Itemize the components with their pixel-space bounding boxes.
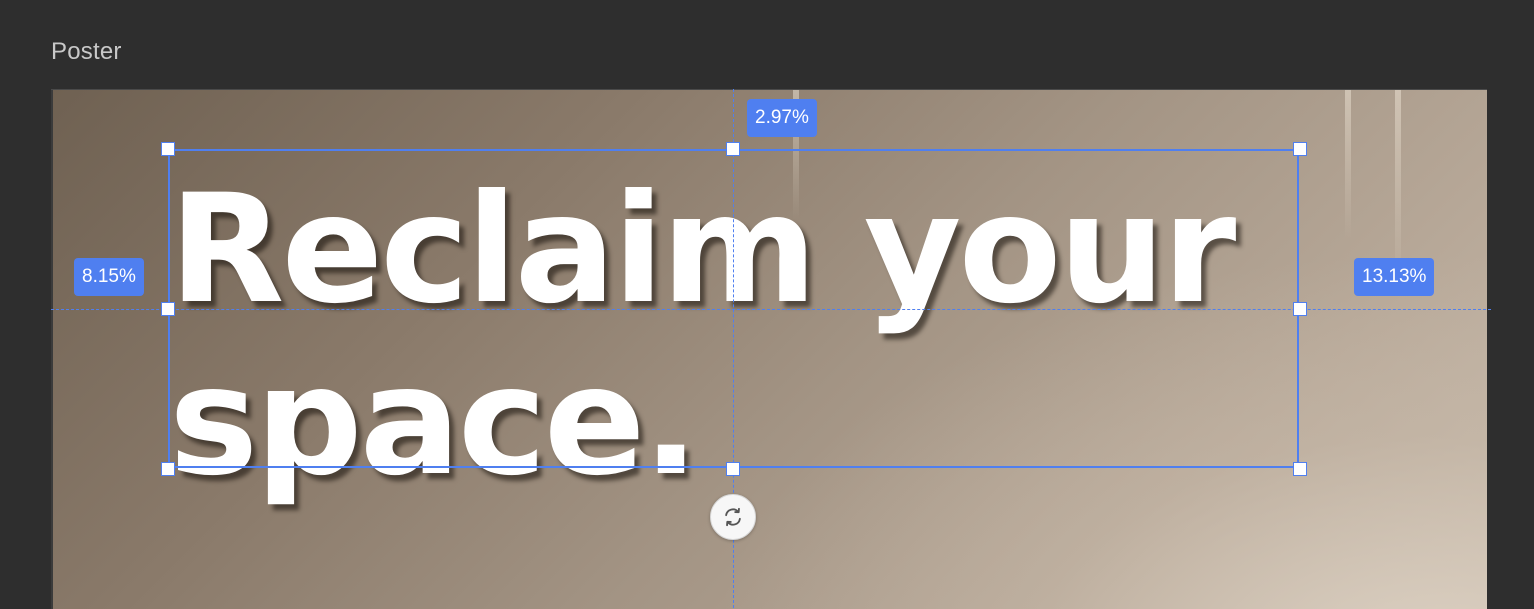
rotate-icon bbox=[725, 507, 741, 527]
resize-handle-top-center[interactable] bbox=[726, 142, 740, 156]
resize-handle-bottom-right[interactable] bbox=[1293, 462, 1307, 476]
top-margin-badge: 2.97% bbox=[747, 99, 817, 137]
resize-handle-top-left[interactable] bbox=[161, 142, 175, 156]
resize-handle-top-right[interactable] bbox=[1293, 142, 1307, 156]
resize-handle-bottom-left[interactable] bbox=[161, 462, 175, 476]
panel-title: Poster bbox=[51, 38, 122, 65]
left-margin-badge: 8.15% bbox=[74, 258, 144, 296]
resize-handle-middle-right[interactable] bbox=[1293, 302, 1307, 316]
canvas-left-edge bbox=[51, 90, 53, 609]
right-margin-badge: 13.13% bbox=[1354, 258, 1435, 296]
selection-box[interactable] bbox=[168, 149, 1299, 468]
rotate-button[interactable] bbox=[710, 494, 756, 540]
resize-handle-middle-left[interactable] bbox=[161, 302, 175, 316]
resize-handle-bottom-center[interactable] bbox=[726, 462, 740, 476]
light-streak bbox=[1345, 90, 1351, 240]
